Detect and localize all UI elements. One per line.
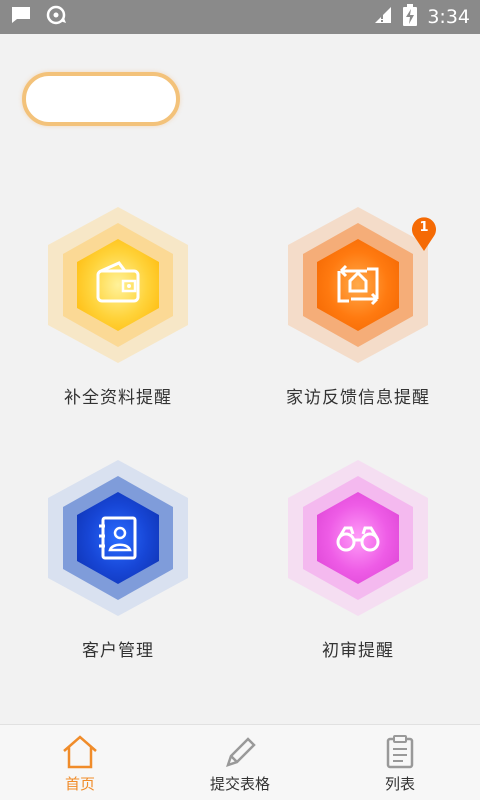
battery-charging-icon	[403, 4, 418, 30]
bottom-navigation: 首页 提交表格 列表	[0, 724, 480, 800]
tile-preliminary-review-reminder[interactable]: 初审提醒	[253, 458, 463, 678]
nav-item-list[interactable]: 列表	[320, 725, 480, 800]
pencil-icon	[226, 737, 256, 767]
nav-item-home[interactable]: 首页	[0, 725, 160, 800]
chat-icon	[10, 5, 32, 29]
tile-label: 补全资料提醒	[64, 388, 172, 408]
hexagon-badge	[288, 460, 428, 616]
hexagon-badge	[48, 207, 188, 363]
nav-label: 提交表格	[209, 775, 270, 793]
top-pill[interactable]	[22, 72, 180, 126]
badge-count: 1	[419, 220, 429, 235]
nav-label: 列表	[384, 775, 415, 793]
signal-icon	[373, 5, 393, 29]
status-bar: 3:34	[0, 0, 480, 34]
status-time: 3:34	[427, 6, 470, 28]
clipboard-icon	[386, 735, 414, 769]
tile-customer-management[interactable]: 客户管理	[13, 458, 223, 678]
nav-item-submit-form[interactable]: 提交表格	[160, 725, 320, 800]
tile-label: 初审提醒	[322, 641, 394, 661]
tile-home-visit-feedback[interactable]: 家访反馈信息提醒 1	[253, 205, 463, 425]
hexagon-badge	[48, 460, 188, 616]
home-icon	[63, 735, 97, 769]
sync-disc-icon	[46, 5, 68, 29]
notification-badge: 1	[411, 217, 437, 251]
nav-label: 首页	[64, 775, 95, 793]
tile-label: 家访反馈信息提醒	[286, 388, 430, 408]
tile-label: 客户管理	[82, 641, 154, 661]
tile-complete-info-reminder[interactable]: 补全资料提醒	[13, 205, 223, 425]
